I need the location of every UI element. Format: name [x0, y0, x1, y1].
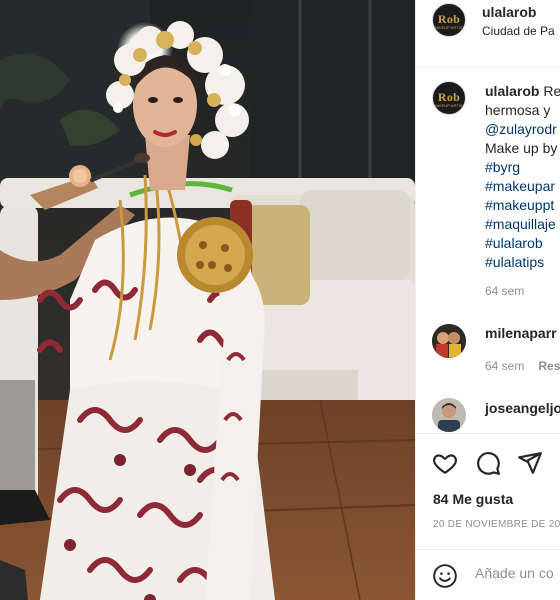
comment-username[interactable]: joseangeljo — [485, 400, 560, 416]
caption-hashtag[interactable]: #maquillaje — [485, 215, 560, 234]
caption-avatar[interactable]: Rob MAKEUP ARTIST — [432, 81, 466, 115]
caption-hashtag[interactable]: #byrg — [485, 158, 560, 177]
comment-avatar[interactable] — [432, 324, 466, 358]
caption-text: ulalarob Re hermosa y @zulayrodr Make up… — [485, 82, 560, 272]
add-comment-bar — [416, 549, 560, 600]
avatar-logo-subtext: MAKEUP ARTIST — [433, 103, 465, 108]
avatar-logo-subtext: MAKEUP ARTIST — [433, 25, 465, 30]
post-date[interactable]: 20 DE NOVIEMBRE DE 20 — [433, 519, 560, 530]
author-username[interactable]: ulalarob — [482, 4, 536, 20]
caption-hashtag[interactable]: #ulalatips — [485, 253, 560, 272]
caption-username[interactable]: ulalarob — [485, 83, 539, 99]
comment-avatar[interactable] — [432, 398, 466, 432]
avatar-image — [432, 324, 466, 358]
post-location[interactable]: Ciudad de Pa — [482, 24, 555, 38]
caption-first-line: ulalarob Re — [485, 82, 560, 101]
caption-hashtag[interactable]: #makeuppt — [485, 196, 560, 215]
heart-icon[interactable] — [432, 450, 458, 476]
add-comment-input[interactable] — [475, 565, 560, 581]
post-header: Rob MAKEUP ARTIST ulalarob • Ciudad de P… — [416, 0, 560, 68]
caption-hashtag[interactable]: #makeupar — [485, 177, 560, 196]
caption-line: hermosa y — [485, 102, 551, 118]
caption-timestamp[interactable]: 64 sem — [485, 284, 524, 298]
author-avatar[interactable]: Rob MAKEUP ARTIST — [432, 3, 466, 37]
comment-timestamp[interactable]: 64 sem — [485, 359, 524, 373]
post-details-pane: Rob MAKEUP ARTIST ulalarob • Ciudad de P… — [415, 0, 560, 600]
comment-meta: 64 sem Res — [485, 359, 560, 373]
caption-hashtag[interactable]: #ulalarob — [485, 234, 560, 253]
share-icon[interactable] — [517, 450, 543, 476]
likes-count[interactable]: 84 Me gusta — [433, 491, 513, 507]
comment-username[interactable]: milenaparr — [485, 325, 557, 341]
reply-button[interactable]: Res — [538, 359, 560, 373]
caption-line: Make up by — [485, 140, 558, 156]
emoji-icon[interactable] — [432, 563, 458, 589]
avatar-image — [432, 398, 466, 432]
post-actions: 84 Me gusta 20 DE NOVIEMBRE DE 20 — [416, 433, 560, 548]
photo-image — [0, 0, 415, 600]
caption-mention[interactable]: @zulayrodr — [485, 120, 560, 139]
comments-list[interactable]: Rob MAKEUP ARTIST ulalarob Re hermosa y … — [416, 69, 560, 432]
caption-text-start: Re — [543, 83, 560, 99]
comment-icon[interactable] — [475, 450, 501, 476]
post-photo[interactable] — [0, 0, 415, 600]
